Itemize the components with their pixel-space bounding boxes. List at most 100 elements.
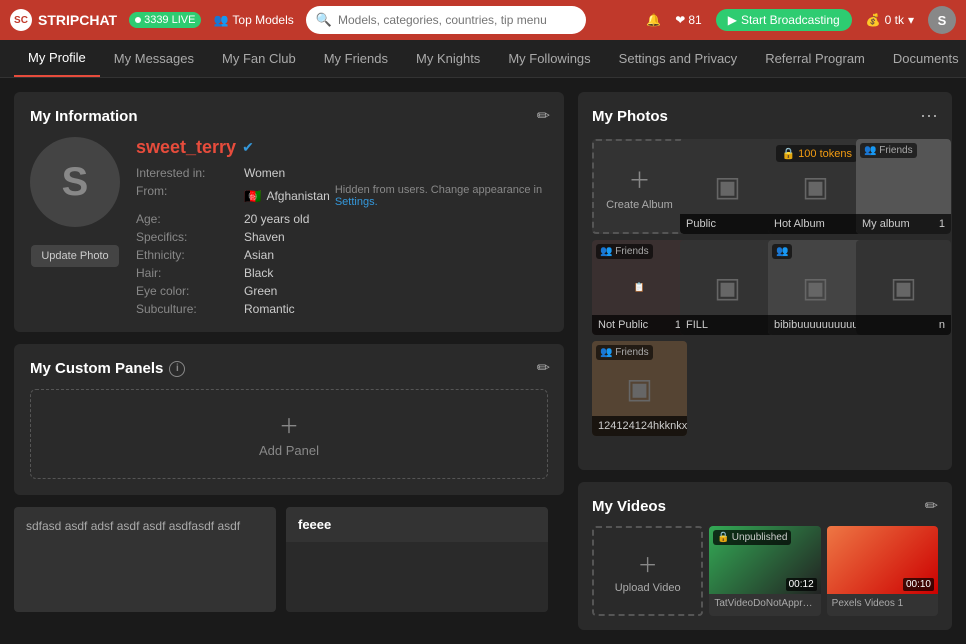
not-public-label: Not Public 1 (592, 315, 687, 335)
my-information-title: My Information (30, 108, 548, 125)
subculture-value: Romantic (244, 302, 548, 316)
nav-my-followings[interactable]: My Followings (494, 41, 604, 76)
album-fill[interactable]: ▣ FILL (680, 240, 775, 335)
tokens-display[interactable]: 💰 0 tk ▾ (866, 13, 914, 27)
video-thumb-1: 🔒 Unpublished 00:12 (709, 526, 820, 594)
album-124[interactable]: 👥 Friends ▣ 124124124hkknkxy 1 (592, 341, 687, 436)
search-input[interactable] (338, 13, 576, 27)
top-right-controls: 🔔 ❤ 81 ▶ Start Broadcasting 💰 0 tk ▾ S (646, 6, 956, 34)
top-navigation: SC STRIPCHAT 3339 LIVE 👥 Top Models 🔍 🔔 … (0, 0, 966, 40)
secondary-navigation: My Profile My Messages My Fan Club My Fr… (0, 40, 966, 78)
upload-video-label: Upload Video (615, 582, 681, 594)
fill-album-label: FILL (680, 315, 775, 335)
nav-documents[interactable]: Documents (879, 41, 966, 76)
friends-badge: 👥 Friends (860, 143, 917, 158)
update-photo-button[interactable]: Update Photo (31, 245, 118, 267)
video-duration-2: 00:10 (903, 578, 934, 591)
profile-avatar: S (30, 137, 120, 227)
notification-bell[interactable]: 🔔 (646, 13, 661, 27)
ethnicity-value: Asian (244, 248, 548, 262)
broadcast-button[interactable]: ▶ Start Broadcasting (716, 9, 852, 31)
panel-text-content: sdfasd asdf adsf asdf asdf asdfasdf asdf (26, 517, 264, 535)
nav-settings-privacy[interactable]: Settings and Privacy (605, 41, 752, 76)
album-n[interactable]: ▣ n (856, 240, 951, 335)
hot-album-label: Hot Album (768, 214, 863, 234)
unpublished-icon: 🔒 (717, 532, 729, 543)
unpublished-badge-1: 🔒 Unpublished (713, 530, 791, 545)
124-label: 124124124hkknkxy 1 (592, 416, 687, 436)
verified-icon: ✔ (242, 139, 254, 156)
my-videos-card: My Videos ✏ ＋ Upload Video 🔒 Unpublished (578, 482, 952, 630)
panel-item-text: sdfasd asdf adsf asdf asdf asdfasdf asdf (14, 507, 276, 612)
interested-in-label: Interested in: (136, 166, 236, 180)
hot-album-icon: ▣ (802, 170, 828, 203)
nav-referral-program[interactable]: Referral Program (751, 41, 879, 76)
n-album-label: n (856, 315, 951, 335)
nav-my-fan-club[interactable]: My Fan Club (208, 41, 310, 76)
photos-header: My Photos ⋯ (592, 106, 938, 127)
from-value: 🇦🇫 Afghanistan Hidden from users. Change… (244, 184, 548, 208)
videos-edit-icon[interactable]: ✏ (925, 496, 938, 516)
avatar[interactable]: S (928, 6, 956, 34)
my-information-card: My Information ✏ S Update Photo sweet_te… (14, 92, 564, 332)
tokens-dropdown-icon: ▾ (908, 13, 914, 27)
wallet-icon: 💰 (866, 13, 881, 27)
video-tatvideodonot[interactable]: 🔒 Unpublished 00:12 TatVideoDoNotApprove (709, 526, 820, 616)
photos-grid: ＋ Create Album ▣ Public 🔒 100 tokens (592, 139, 938, 436)
my-album-label: My album 1 (856, 214, 951, 234)
hidden-note: Hidden from users. Change appearance in … (335, 184, 548, 208)
album-icon: ▣ (714, 170, 740, 203)
panels-grid: sdfasd asdf adsf asdf asdf asdfasdf asdf… (14, 507, 564, 612)
info-table: Interested in: Women From: 🇦🇫 Afghanista… (136, 166, 548, 316)
create-album-plus-icon: ＋ (628, 163, 650, 195)
nav-my-knights[interactable]: My Knights (402, 41, 494, 76)
hair-value: Black (244, 266, 548, 280)
video-pexels[interactable]: 00:10 Pexels Videos 1 (827, 526, 938, 616)
photos-title: My Photos (592, 108, 668, 125)
album-hot[interactable]: 🔒 100 tokens ▣ Hot Album (768, 139, 863, 234)
username-display: sweet_terry (136, 137, 236, 158)
nav-my-friends[interactable]: My Friends (310, 41, 402, 76)
main-content: My Information ✏ S Update Photo sweet_te… (0, 78, 966, 644)
add-panel-label: Add Panel (259, 443, 319, 458)
album-my-album[interactable]: 👥 Friends My album 1 (856, 139, 951, 234)
album-label: Public (680, 214, 775, 234)
album-bibibuu[interactable]: 👥 ▣ bibibuuuuuuuuuuuu (768, 240, 863, 335)
upload-video-cell[interactable]: ＋ Upload Video (592, 526, 703, 616)
top-models-link[interactable]: 👥 Top Models (213, 13, 293, 27)
videos-grid: ＋ Upload Video 🔒 Unpublished 00:12 TatVi… (592, 526, 938, 616)
nav-my-messages[interactable]: My Messages (100, 41, 208, 76)
edit-information-icon[interactable]: ✏ (537, 106, 550, 126)
subculture-label: Subculture: (136, 302, 236, 316)
nav-my-profile[interactable]: My Profile (14, 40, 100, 77)
username-row: sweet_terry ✔ (136, 137, 548, 158)
edit-custom-panels-icon[interactable]: ✏ (537, 358, 550, 378)
search-bar[interactable]: 🔍 (306, 6, 586, 34)
live-count-badge[interactable]: 3339 LIVE (129, 12, 201, 28)
heart-count[interactable]: ❤ 81 (675, 13, 701, 27)
specifics-value: Shaven (244, 230, 548, 244)
custom-panels-title: My Custom Panels i (30, 360, 548, 377)
logo[interactable]: SC STRIPCHAT (10, 9, 117, 31)
fill-album-icon: ▣ (714, 271, 740, 304)
photos-more-icon[interactable]: ⋯ (920, 106, 938, 127)
not-public-content: 📋 (632, 280, 647, 295)
eye-color-value: Green (244, 284, 548, 298)
n-album-icon: ▣ (890, 271, 916, 304)
panel-title: feeee (286, 507, 548, 542)
logo-icon: SC (10, 9, 32, 31)
live-dot-icon (135, 17, 141, 23)
custom-panels-info-icon[interactable]: i (169, 361, 185, 377)
add-panel-button[interactable]: ＋ Add Panel (30, 389, 548, 479)
broadcast-icon: ▶ (728, 13, 737, 27)
124-friends-badge: 👥 Friends (596, 345, 653, 360)
videos-title: My Videos (592, 498, 666, 515)
specifics-label: Specifics: (136, 230, 236, 244)
create-album-cell[interactable]: ＋ Create Album (592, 139, 687, 234)
album-public[interactable]: ▣ Public (680, 139, 775, 234)
settings-link[interactable]: Settings. (335, 196, 378, 208)
ethnicity-label: Ethnicity: (136, 248, 236, 262)
add-panel-plus-icon: ＋ (279, 410, 299, 439)
album-not-public[interactable]: 👥 Friends 📋 Not Public 1 (592, 240, 687, 335)
flag-icon: 🇦🇫 (244, 188, 261, 205)
